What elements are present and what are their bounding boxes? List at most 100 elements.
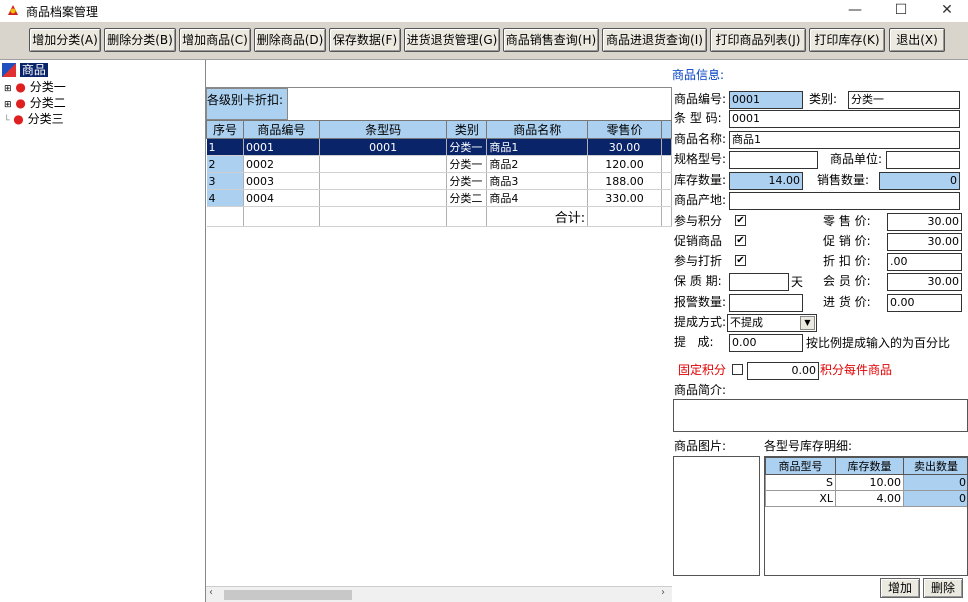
commission-mode-select[interactable]: 不提成 ▼	[727, 314, 817, 332]
code-field[interactable]: 0001	[729, 91, 803, 109]
cell-name[interactable]: 商品4	[486, 189, 589, 207]
name-field[interactable]: 商品1	[729, 131, 960, 149]
scroll-thumb[interactable]	[224, 590, 352, 600]
cell-category[interactable]: 分类一	[446, 172, 488, 190]
print-stock-button[interactable]: 打印库存(K)	[809, 28, 885, 52]
cell-barcode[interactable]	[319, 172, 448, 190]
add-category-button[interactable]: 增加分类(A)	[29, 28, 101, 52]
promo-checkbox[interactable]: ✔	[735, 235, 746, 246]
col-header[interactable]: 序号	[206, 120, 244, 139]
delete-product-button[interactable]: 删除商品(D)	[254, 28, 326, 52]
add-model-button[interactable]: 增加	[880, 578, 920, 598]
table-row[interactable]: 1 0001 0001 分类一 商品1 30.00	[206, 138, 672, 156]
col-header[interactable]: 商品型号	[765, 457, 836, 475]
fixed-points-field[interactable]: 0.00	[747, 362, 819, 380]
minimize-button[interactable]: —	[832, 0, 878, 20]
purchase-return-button[interactable]: 进货退货管理(G)	[404, 28, 500, 52]
discount-checkbox[interactable]: ✔	[735, 255, 746, 266]
unit-field[interactable]	[886, 151, 960, 169]
product-picture[interactable]	[673, 456, 760, 576]
table-row[interactable]: 4 0004 分类二 商品4 330.00	[206, 189, 672, 207]
cell-name[interactable]: 商品1	[486, 138, 589, 156]
save-data-button[interactable]: 保存数据(F)	[329, 28, 401, 52]
col-header[interactable]: 商品编号	[242, 120, 320, 139]
col-header[interactable]: 类别	[446, 120, 488, 139]
cell-seq[interactable]: 3	[206, 172, 244, 190]
cell-code[interactable]: 0003	[243, 172, 320, 190]
cell-sold[interactable]: 0	[903, 490, 967, 507]
cell-name[interactable]: 商品3	[486, 172, 589, 190]
commission-field[interactable]: 0.00	[729, 334, 803, 352]
cell-stock[interactable]: 10.00	[835, 474, 904, 491]
cell-model[interactable]: XL	[765, 490, 836, 507]
col-header[interactable]: 卖出数量	[903, 457, 967, 475]
cell-barcode[interactable]	[319, 155, 448, 173]
alarm-field[interactable]	[729, 294, 803, 312]
stock-row[interactable]: XL 4.00 0	[765, 490, 967, 507]
close-button[interactable]: ✕	[924, 0, 968, 20]
spec-field[interactable]	[729, 151, 818, 169]
cell-stock[interactable]: 4.00	[835, 490, 904, 507]
cell-name[interactable]: 商品2	[486, 155, 589, 173]
cell-code[interactable]: 0004	[243, 189, 320, 207]
tree-item-1[interactable]: ⊞ ● 分类一	[4, 79, 66, 95]
fixed-points-checkbox[interactable]	[732, 364, 743, 375]
cell-code[interactable]: 0002	[243, 155, 320, 173]
discount-label: 参与打折	[674, 254, 723, 268]
member-field[interactable]: 30.00	[887, 273, 962, 291]
cell-category[interactable]: 分类一	[446, 138, 488, 156]
stock-row[interactable]: S 10.00 0	[765, 474, 967, 491]
discount-price-field[interactable]: .00	[887, 253, 962, 271]
points-checkbox[interactable]: ✔	[735, 215, 746, 226]
promo-price-field[interactable]: 30.00	[887, 233, 962, 251]
tree-item-3[interactable]: └ ● 分类三	[4, 111, 64, 127]
purchase-field[interactable]: 0.00	[887, 294, 962, 312]
cell-code[interactable]: 0001	[243, 138, 320, 156]
intro-textarea[interactable]	[673, 399, 968, 432]
cell-seq[interactable]: 2	[206, 155, 244, 173]
cell-category[interactable]: 分类一	[446, 155, 488, 173]
origin-field[interactable]	[729, 192, 960, 210]
category-field[interactable]: 分类一	[848, 91, 960, 109]
spec-label: 规格型号:	[674, 152, 727, 166]
cell-model[interactable]: S	[765, 474, 836, 491]
cell-price[interactable]: 120.00	[587, 155, 662, 173]
col-header[interactable]: 零售价	[587, 120, 662, 139]
print-list-button[interactable]: 打印商品列表(J)	[710, 28, 806, 52]
cell-price[interactable]: 30.00	[587, 138, 662, 156]
barcode-field[interactable]: 0001	[729, 110, 960, 128]
col-header[interactable]: 商品名称	[486, 120, 589, 139]
cell-seq[interactable]: 1	[206, 138, 244, 156]
retail-field[interactable]: 30.00	[887, 213, 962, 231]
scroll-left-icon[interactable]: ‹	[209, 587, 213, 598]
stock-field[interactable]: 14.00	[729, 172, 803, 190]
table-row[interactable]: 3 0003 分类一 商品3 188.00	[206, 172, 672, 190]
delete-model-button[interactable]: 删除	[923, 578, 963, 598]
maximize-button[interactable]: ☐	[878, 0, 924, 20]
expand-icon[interactable]: ⊞	[4, 100, 12, 110]
shelf-field[interactable]	[729, 273, 789, 291]
sold-field[interactable]: 0	[879, 172, 960, 190]
total-empty	[587, 206, 662, 227]
cell-category[interactable]: 分类二	[446, 189, 488, 207]
cell-barcode[interactable]: 0001	[319, 138, 448, 156]
cell-price[interactable]: 330.00	[587, 189, 662, 207]
cell-price[interactable]: 188.00	[587, 172, 662, 190]
exit-button[interactable]: 退出(X)	[889, 28, 945, 52]
chevron-down-icon[interactable]: ▼	[800, 316, 815, 330]
tree-item-2[interactable]: ⊞ ● 分类二	[4, 95, 66, 111]
table-row[interactable]: 2 0002 分类一 商品2 120.00	[206, 155, 672, 173]
sales-query-button[interactable]: 商品销售查询(H)	[503, 28, 599, 52]
horizontal-scrollbar[interactable]: ‹ ›	[206, 586, 672, 602]
cell-sold[interactable]: 0	[903, 474, 967, 491]
delete-category-button[interactable]: 删除分类(B)	[104, 28, 176, 52]
purchase-query-button[interactable]: 商品进退货查询(I)	[602, 28, 707, 52]
col-header[interactable]: 条型码	[318, 120, 448, 139]
expand-icon[interactable]: ⊞	[4, 84, 12, 94]
col-header[interactable]: 库存数量	[835, 457, 904, 475]
tree-root[interactable]: 商品	[2, 62, 48, 78]
cell-barcode[interactable]	[319, 189, 448, 207]
add-product-button[interactable]: 增加商品(C)	[179, 28, 251, 52]
cell-seq[interactable]: 4	[206, 189, 244, 207]
scroll-right-icon[interactable]: ›	[661, 587, 665, 598]
